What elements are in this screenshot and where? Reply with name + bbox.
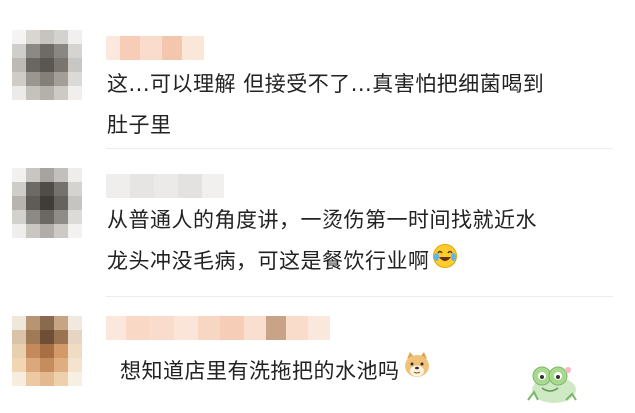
- comment-item: 从普通人的角度讲，一烫伤第一时间找就近水 龙头冲没毛病，可这是餐饮行业啊: [0, 150, 635, 298]
- username-blurred[interactable]: [106, 174, 224, 198]
- comment-text-line: 龙头冲没毛病，可这是餐饮行业啊: [107, 241, 537, 283]
- comment-text-line: 从普通人的角度讲，一烫伤第一时间找就近水: [107, 208, 537, 232]
- comment-item: 这...可以理解 但接受不了...真害怕把细菌喝到 肚子里: [0, 0, 635, 150]
- comment-text-line: 想知道店里有洗拖把的水池吗: [120, 350, 432, 394]
- comment-text: 从普通人的角度讲，一烫伤第一时间找就近水 龙头冲没毛病，可这是餐饮行业啊: [107, 200, 537, 283]
- avatar[interactable]: [12, 30, 82, 100]
- username-blurred[interactable]: [106, 36, 204, 60]
- comment-text-line: 这...可以理解 但接受不了...真害怕把细菌喝到: [107, 72, 545, 96]
- username-blurred[interactable]: [106, 316, 330, 340]
- laughing-tears-icon: [432, 242, 458, 283]
- divider: [106, 296, 613, 297]
- avatar[interactable]: [12, 316, 82, 386]
- frog-sticker-icon: [520, 356, 584, 406]
- comment-text: 这...可以理解 但接受不了...真害怕把细菌喝到 肚子里: [107, 64, 544, 146]
- comment-item: 想知道店里有洗拖把的水池吗: [0, 298, 635, 413]
- comment-text: 想知道店里有洗拖把的水池吗: [120, 350, 432, 394]
- divider: [106, 148, 613, 149]
- comment-text-span: 龙头冲没毛病，可这是餐饮行业啊: [107, 249, 430, 273]
- comment-text-span: 想知道店里有洗拖把的水池吗: [120, 359, 400, 383]
- comment-text-line: 肚子里: [107, 113, 172, 137]
- doge-icon: [402, 350, 432, 394]
- avatar[interactable]: [12, 168, 82, 238]
